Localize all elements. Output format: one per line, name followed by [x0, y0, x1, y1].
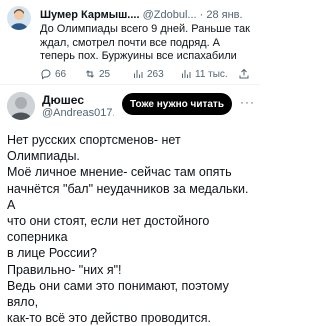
post-line: Моё личное мнение- сейчас там опять	[7, 165, 232, 180]
quoted-post-header: Шумер Кармыш.... @Zdobul... · 28 янв.	[40, 8, 256, 22]
translate-button[interactable]: Тоже нужно читать	[122, 93, 232, 115]
stats-button[interactable]: 11 тыс.	[180, 66, 228, 82]
bar-chart-icon	[182, 70, 191, 78]
share-icon	[239, 68, 249, 79]
more-options-button[interactable]: ···	[240, 95, 255, 109]
post-author-handle[interactable]: @Andreas017...	[42, 107, 114, 119]
post-text: Нет русских спортсменов- нет Олимпиады. …	[7, 132, 257, 326]
views-count: 263	[147, 68, 164, 80]
share-button[interactable]	[238, 66, 250, 82]
post-line: начнётся "бал" неудачников за медальки. …	[7, 181, 249, 212]
post-line: Ведь они сами это понимают, поэтому вяло…	[7, 278, 229, 310]
quoted-post[interactable]: Шумер Кармыш.... @Zdobul... · 28 янв. До…	[0, 0, 260, 85]
reply-icon	[41, 69, 51, 80]
reply-button[interactable]: 66	[40, 66, 66, 82]
quoted-post-date[interactable]: 28 янв.	[206, 9, 242, 21]
views-button[interactable]: 263	[132, 66, 164, 82]
quoted-author-name[interactable]: Шумер Кармыш....	[40, 9, 140, 21]
post-line: Нет русских спортсменов- нет Олимпиады.	[7, 133, 181, 164]
post-line: что они стоят, если нет достойного сопер…	[7, 214, 210, 245]
quoted-post-text: До Олимпиады всего 9 дней. Раньше так жд…	[40, 23, 250, 62]
post-author-name[interactable]: Дюшес	[42, 93, 84, 107]
post-author-row: Дюшес @Andreas017... Тоже нужно читать ·…	[0, 88, 260, 122]
post-author-avatar[interactable]	[7, 92, 35, 120]
reply-count: 66	[55, 68, 67, 80]
stats-count: 11 тыс.	[195, 68, 228, 80]
quoted-post-actions: 66 25 263 11 тыс.	[40, 66, 254, 82]
post-line: как-то всё это действо проводится.	[7, 311, 211, 326]
quoted-author-avatar[interactable]	[7, 6, 31, 30]
views-icon	[134, 70, 143, 78]
translate-button-label: Тоже нужно читать	[130, 98, 224, 110]
post-line: Правильно- "них я"!	[7, 262, 122, 277]
post-line: в лице России?	[7, 246, 97, 261]
repost-count: 25	[99, 68, 111, 80]
quoted-author-handle[interactable]: @Zdobul...	[143, 9, 197, 21]
repost-button[interactable]: 25	[84, 66, 110, 82]
repost-icon	[86, 70, 94, 78]
